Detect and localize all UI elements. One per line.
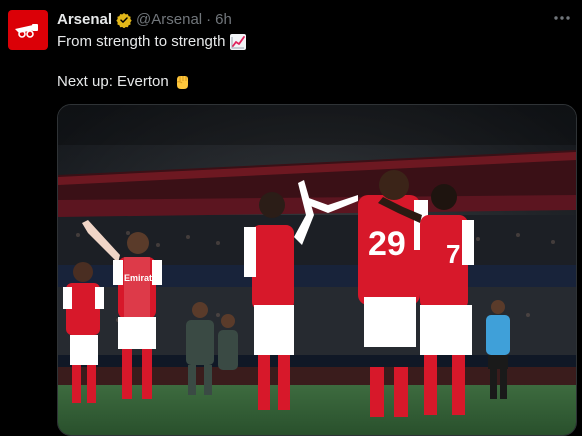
tweet-text-line-2: Next up: Everton <box>57 72 191 92</box>
timestamp[interactable]: 6h <box>215 11 232 29</box>
raised-fist-emoji-icon <box>173 73 191 91</box>
chart-increasing-emoji-icon <box>229 33 247 51</box>
football-celebration-image: Emirates 29 7 <box>58 105 576 435</box>
svg-text:29: 29 <box>368 225 406 263</box>
separator-dot: · <box>206 11 212 28</box>
more-dots-icon <box>554 16 570 20</box>
avatar[interactable] <box>8 10 48 50</box>
more-options-button[interactable] <box>550 8 574 28</box>
tweet-media-photo[interactable]: Emirates 29 7 <box>57 104 577 436</box>
tweet-header: Arsenal @Arsenal · 6h <box>57 11 232 29</box>
author-name[interactable]: Arsenal <box>57 11 112 29</box>
tweet-text-next: Next up: Everton <box>57 73 169 90</box>
svg-text:7: 7 <box>446 239 460 269</box>
tweet-text-line-1: From strength to strength <box>57 32 247 52</box>
arsenal-cannon-icon <box>15 24 38 38</box>
verified-badge-icon[interactable] <box>116 12 132 28</box>
tweet-text: From strength to strength <box>57 33 226 50</box>
author-handle[interactable]: @Arsenal <box>136 11 202 29</box>
svg-text:Emirates: Emirates <box>124 273 162 283</box>
